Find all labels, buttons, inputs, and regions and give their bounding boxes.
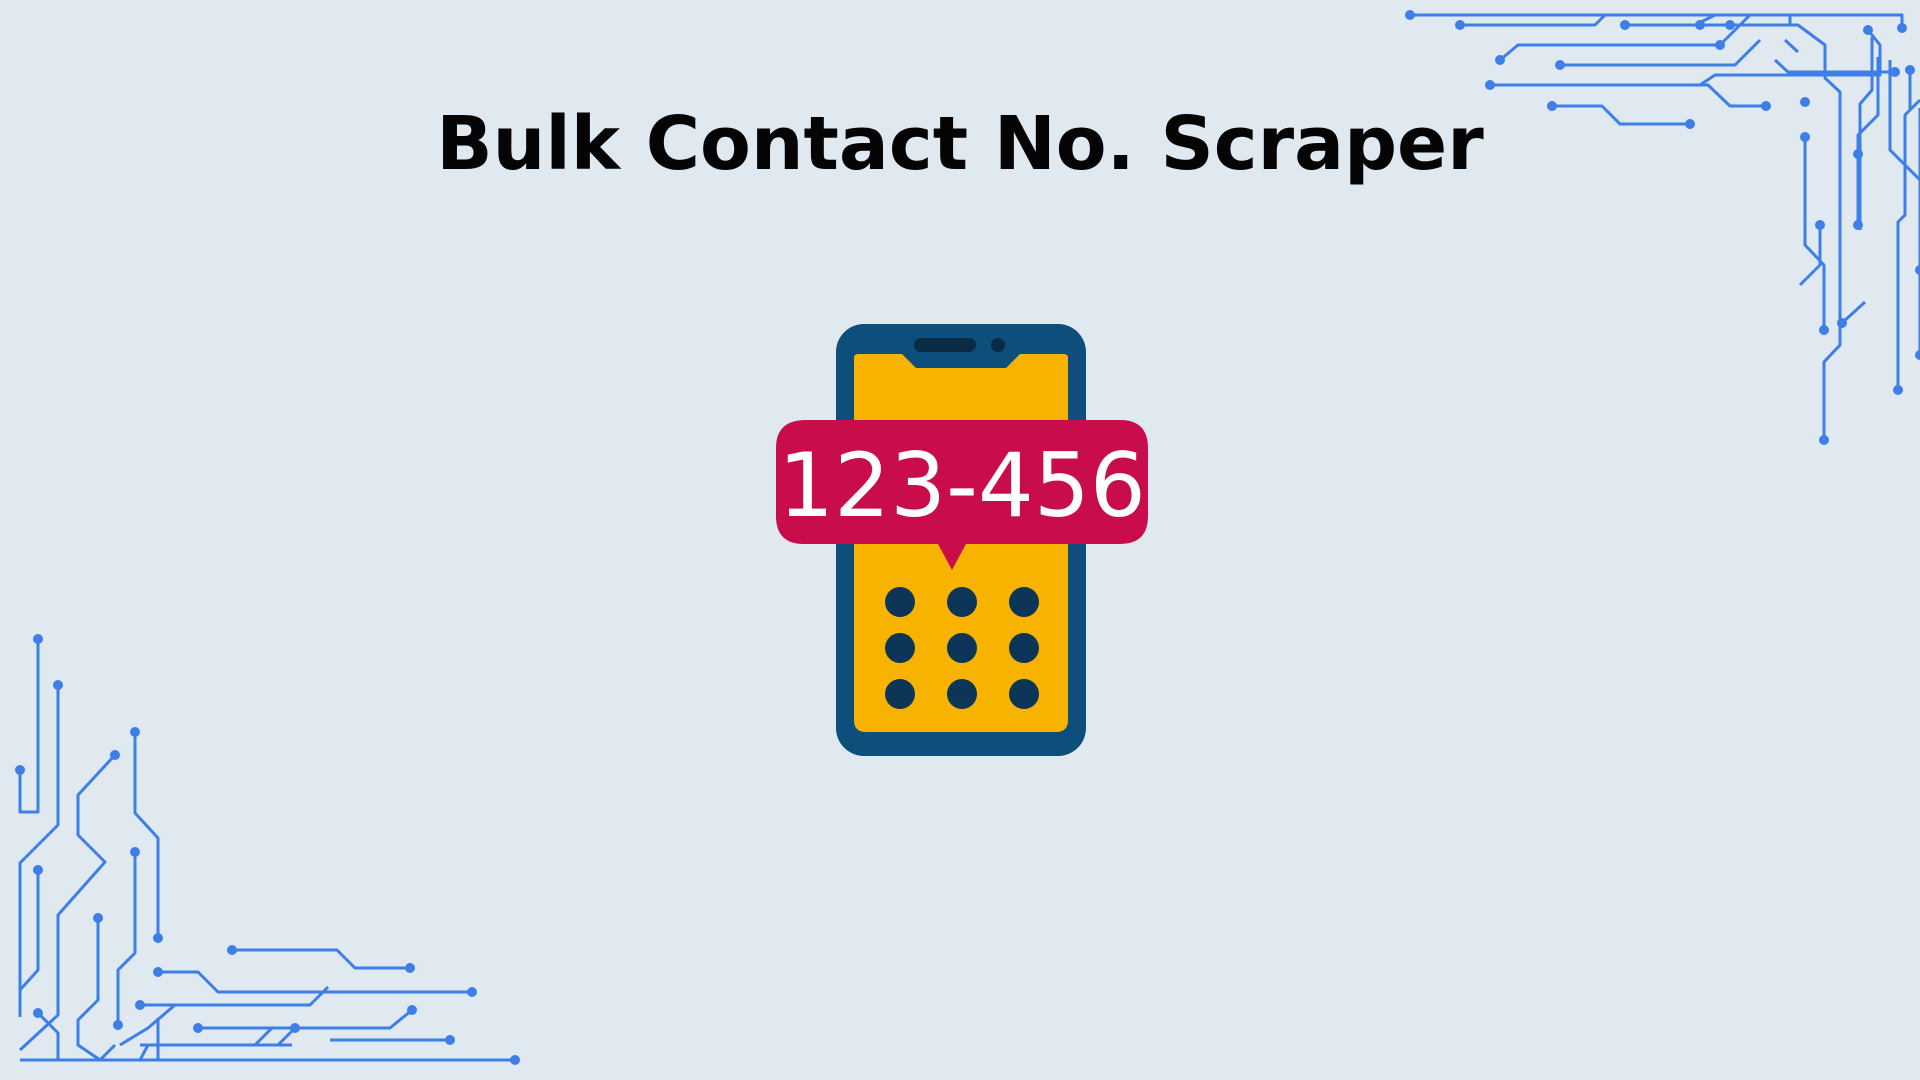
keypad-dot	[947, 633, 977, 663]
slide-canvas: Bulk Contact No. Scraper 123-456	[0, 0, 1920, 1080]
keypad-dot	[885, 679, 915, 709]
keypad-dot	[1009, 633, 1039, 663]
circuit-decoration-top-right	[1405, 10, 1920, 445]
keypad-dot	[1009, 679, 1039, 709]
keypad	[885, 587, 1039, 709]
keypad-dot	[885, 587, 915, 617]
circuit-decoration-bottom-left	[15, 634, 520, 1065]
keypad-dot	[947, 679, 977, 709]
front-camera-icon	[991, 338, 1005, 352]
phone-contact-number-icon: 123-456	[776, 324, 1148, 756]
keypad-dot	[1009, 587, 1039, 617]
speaker-grille	[914, 338, 976, 352]
keypad-dot	[885, 633, 915, 663]
keypad-dot	[947, 587, 977, 617]
contact-number-label: 123-456	[778, 434, 1146, 537]
